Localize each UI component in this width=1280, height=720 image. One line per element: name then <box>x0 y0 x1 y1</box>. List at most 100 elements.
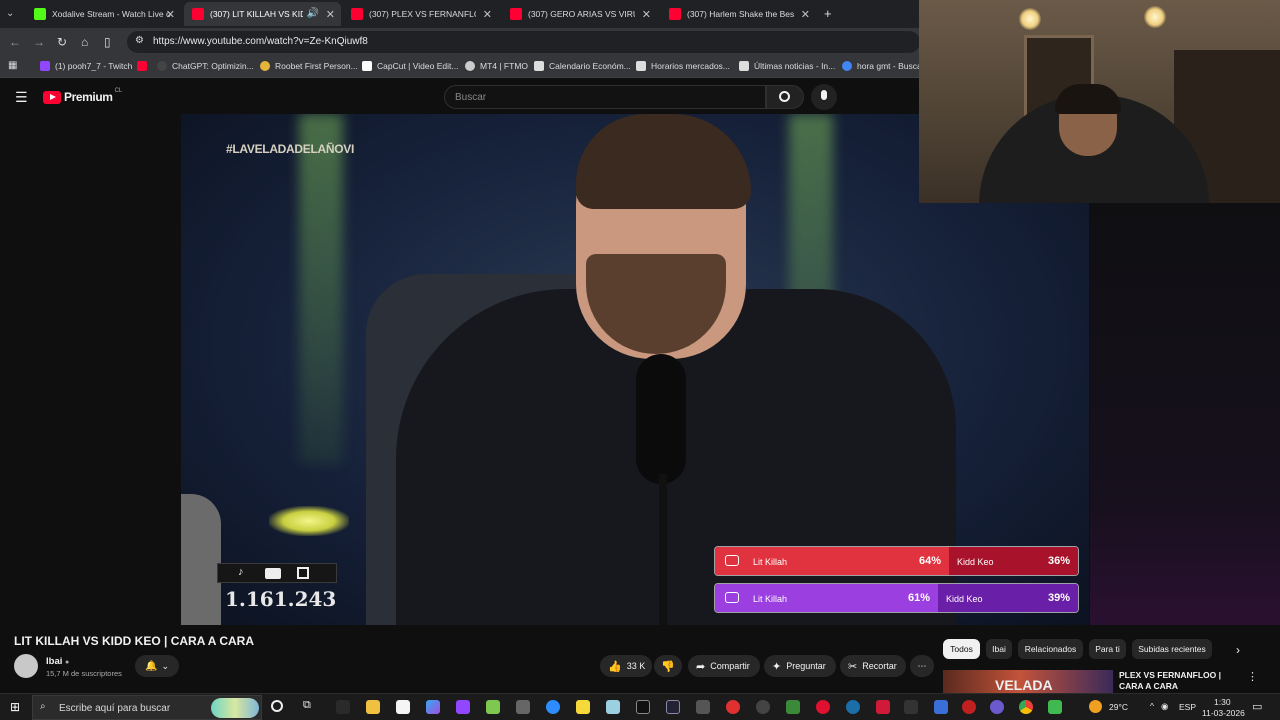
browser-tab[interactable]: (307) GERO ARIAS VS VIRUZZ | ✕ <box>502 2 657 26</box>
chrome-icon[interactable] <box>1019 700 1033 714</box>
site-info-icon[interactable]: ⚙ <box>135 35 144 46</box>
app-icon[interactable] <box>934 700 948 714</box>
close-tab-icon[interactable]: ✕ <box>642 8 651 21</box>
zoom-icon[interactable] <box>546 700 560 714</box>
twitch-icon[interactable] <box>456 700 470 714</box>
bookmarks-bar: ▦ (1) pooh7_7 - Twitch ChatGPT: Optimizi… <box>0 56 925 78</box>
search-icon: ⌕ <box>40 701 46 712</box>
bookmark-item[interactable]: Calendario Económ... <box>534 61 631 71</box>
app-icon[interactable] <box>990 700 1004 714</box>
app-icon[interactable] <box>696 700 710 714</box>
ask-button[interactable]: ✦ Preguntar <box>764 655 836 677</box>
app-icon[interactable] <box>1048 700 1062 714</box>
browser-tab[interactable]: Xodalive Stream - Watch Live o ✕ <box>26 2 181 26</box>
like-button[interactable]: 👍 33 K <box>600 655 652 677</box>
chip-related[interactable]: Relacionados <box>1018 639 1083 659</box>
settings-icon[interactable] <box>756 700 770 714</box>
copilot-icon[interactable] <box>426 700 440 714</box>
sticky-notes-icon[interactable] <box>576 700 590 714</box>
more-actions-button[interactable]: ⋯ <box>910 655 934 677</box>
app-icon[interactable] <box>904 700 918 714</box>
chip-ibai[interactable]: Ibai <box>986 639 1012 659</box>
chip-for-you[interactable]: Para ti <box>1089 639 1126 659</box>
search-button[interactable] <box>766 85 804 109</box>
chevron-right-icon[interactable]: › <box>1236 643 1240 657</box>
logo-text: Premium <box>64 90 113 104</box>
clock-date[interactable]: 11-03-2026 <box>1202 708 1245 718</box>
voice-search-button[interactable] <box>811 84 837 110</box>
opera-icon[interactable] <box>816 700 830 714</box>
app-icon[interactable] <box>726 700 740 714</box>
bookmark-item[interactable] <box>137 61 152 71</box>
app-icon[interactable] <box>516 700 530 714</box>
close-tab-icon[interactable]: ✕ <box>801 8 810 21</box>
language-indicator[interactable]: ESP <box>1179 702 1196 712</box>
browser-tab-active[interactable]: (307) LIT KILLAH VS KIDD K 🔊 ✕ <box>184 2 341 26</box>
tab-search-button[interactable]: ⌄ <box>6 8 14 19</box>
back-icon[interactable]: ← <box>9 35 21 49</box>
recommendation-thumbnail[interactable]: VELADA <box>943 670 1113 693</box>
taskbar-search-input[interactable]: ⌕ Escribe aquí para buscar <box>32 695 262 720</box>
app-icon[interactable] <box>962 700 976 714</box>
forward-icon[interactable]: → <box>33 35 45 49</box>
recommendation-title[interactable]: PLEX VS FERNANFLOO | CARA A CARA <box>1119 670 1239 692</box>
browser-tab[interactable]: (307) PLEX VS FERNANFLOO | C ✕ <box>343 2 498 26</box>
clip-button[interactable]: ✂ Recortar <box>840 655 906 677</box>
clock-time[interactable]: 1:30 <box>1214 697 1231 707</box>
bookmark-item[interactable]: MT4 | FTMO <box>465 61 528 71</box>
apps-icon[interactable]: ▦ <box>8 60 17 71</box>
windows-start-icon[interactable]: ⊞ <box>10 700 20 714</box>
app-icon[interactable] <box>666 700 680 714</box>
network-icon[interactable]: ◉ <box>1161 701 1168 712</box>
file-explorer-icon[interactable] <box>366 700 380 714</box>
search-input[interactable]: Buscar <box>444 85 766 109</box>
app-icon[interactable] <box>486 700 500 714</box>
close-tab-icon[interactable]: ✕ <box>326 8 335 21</box>
close-tab-icon[interactable]: ✕ <box>483 8 492 21</box>
notifications-button[interactable]: 🔔 ⌄ <box>135 655 179 677</box>
minecraft-icon[interactable] <box>786 700 800 714</box>
temperature[interactable]: 29°C <box>1109 702 1128 712</box>
steam-icon[interactable] <box>846 700 860 714</box>
bookmark-item[interactable]: Roobet First Person... <box>260 61 358 71</box>
channel-name[interactable]: Ibai ● <box>46 656 69 667</box>
task-view-icon[interactable]: ⧉ <box>303 699 311 712</box>
browser-tab[interactable]: (307) Harlem Shake the Bestia ✕ <box>661 2 816 26</box>
ftmo-icon <box>465 61 475 71</box>
app-icon[interactable] <box>606 700 620 714</box>
new-tab-button[interactable]: + <box>824 6 832 21</box>
bookmark-item[interactable]: CapCut | Video Edit... <box>362 61 458 71</box>
home-icon[interactable]: ⌂ <box>81 35 88 49</box>
twitch-icon <box>725 592 739 603</box>
bookmark-item[interactable]: Últimas noticias - In... <box>739 61 835 71</box>
audio-playing-icon[interactable]: 🔊 <box>307 8 319 19</box>
share-button[interactable]: ➦ Compartir <box>688 655 760 677</box>
app-icon[interactable] <box>336 700 350 714</box>
youtube-logo[interactable]: Premium CL <box>43 88 122 104</box>
url-field[interactable]: ⚙ https://www.youtube.com/watch?v=Ze-KnQ… <box>127 31 920 53</box>
investing-icon <box>534 61 544 71</box>
reload-icon[interactable]: ↻ <box>57 35 67 49</box>
microphone-stand <box>659 474 667 625</box>
dislike-button[interactable]: 👎 <box>654 655 682 677</box>
bookmark-item[interactable]: Horarios mercados... <box>636 61 730 71</box>
notification-icon[interactable]: ▭ <box>1252 700 1262 713</box>
split-view-icon[interactable]: ▯ <box>104 35 111 49</box>
chip-recent-uploads[interactable]: Subidas recientes <box>1132 639 1212 659</box>
chevron-up-icon[interactable]: ^ <box>1150 701 1154 711</box>
bookmark-item[interactable]: hora gmt - Buscar <box>842 61 925 71</box>
capcut-icon[interactable] <box>636 700 650 714</box>
avatar[interactable] <box>14 654 38 678</box>
notepad-icon[interactable] <box>396 700 410 714</box>
bookmark-item[interactable]: (1) pooh7_7 - Twitch <box>40 61 132 71</box>
more-vertical-icon[interactable]: ⋮ <box>1247 670 1258 683</box>
browser-tab-bar: ⌄ Xodalive Stream - Watch Live o ✕ (307)… <box>0 0 920 28</box>
menu-icon[interactable]: ☰ <box>15 89 28 106</box>
bookmark-item[interactable]: ChatGPT: Optimizin... <box>157 61 254 71</box>
close-tab-icon[interactable]: ✕ <box>166 8 175 21</box>
app-icon[interactable] <box>876 700 890 714</box>
sparkle-icon: ✦ <box>772 660 782 673</box>
chevron-down-icon: ⌄ <box>161 660 169 671</box>
chip-all[interactable]: Todos <box>943 639 980 659</box>
cortana-icon[interactable] <box>271 700 283 712</box>
